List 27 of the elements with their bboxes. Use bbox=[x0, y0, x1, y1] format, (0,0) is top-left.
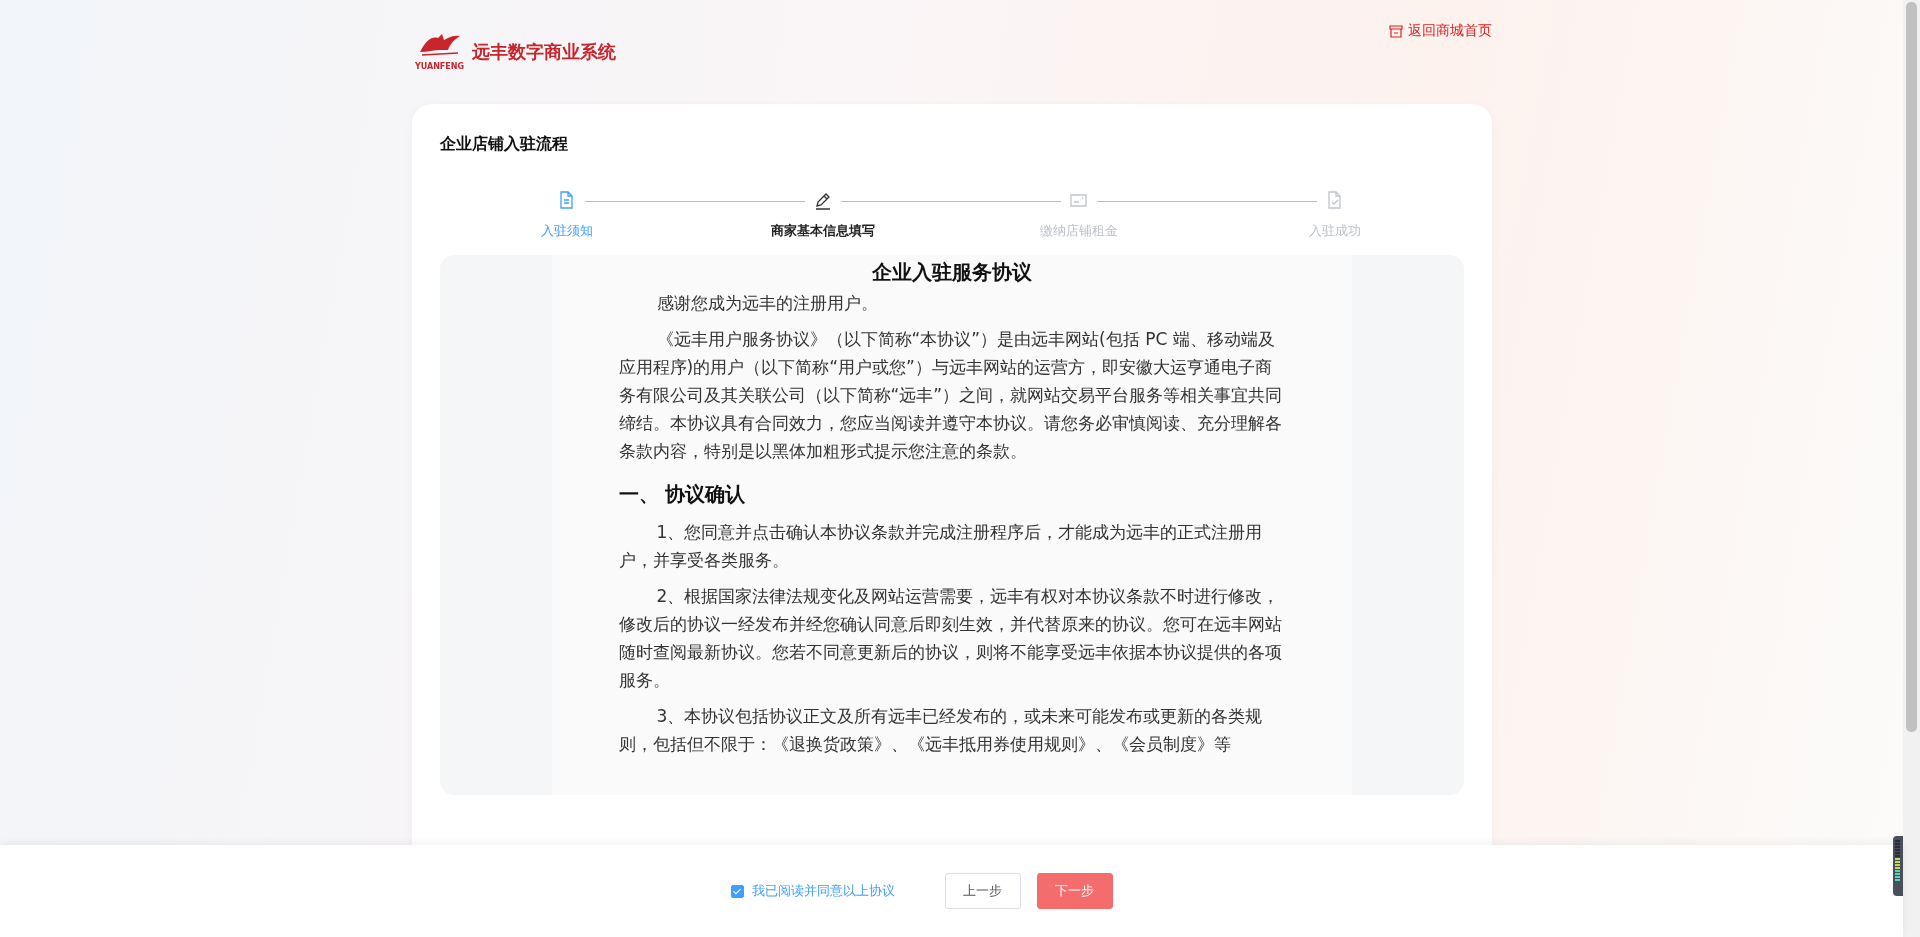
checkbox[interactable] bbox=[730, 884, 744, 898]
paragraph: 2、根据国家法律法规变化及网站运营需要，远丰有权对本协议条款不时进行修改，修改后的协议一经发布并经您确认同意后即刻生效，并代替原来的协议。您可在远丰网站随时查阅最新协议。您若不同意更新后的协议，则将不能享受远丰依据本协议提供的各项服务。 bbox=[618, 585, 1283, 692]
scrollbar-thumb[interactable] bbox=[1906, 2, 1917, 732]
paragraph: 感谢您成为远丰的注册用户。 bbox=[655, 292, 879, 315]
home-link[interactable]: 返回商城首页 bbox=[1407, 22, 1492, 40]
card-title: 企业店铺入驻流程 bbox=[439, 134, 569, 155]
paragraph: 3、本协议包括协议正文及所有远丰已经发布的，或未来可能发布或更新的各类规则，包括但不限于：《退换货政策》、《远丰抵用券使用规则》、《会员制度》等 bbox=[618, 705, 1264, 756]
brand-name: 远丰数字商业系统 bbox=[471, 39, 616, 64]
document-title: 企业入驻服务协议 bbox=[870, 259, 1033, 286]
paragraph: 《远丰用户服务协议》（以下简称“本协议”）是由远丰网站(包括 PC 端、移动端及应用程序)的用户（以下简称“用户或您”）与远丰网站的运营方，即安徽大运亨通电子商务有限公司及其关联公司（以下简称“远丰”）之间，就网站交易平台服务等相关事宜共同缔结。本协议具有合同效力，您应当阅读并遵守本协议。请您务必审慎阅读、充分理解各条款内容，特别是以黑体加粗形式提示您注意的条款。 bbox=[618, 328, 1284, 463]
scrollbar[interactable] bbox=[1903, 0, 1920, 937]
paragraph: 1、您同意并点击确认本协议条款并完成注册程序后，才能成为远丰的正式注册用户，并享受各类服务。 bbox=[618, 521, 1264, 572]
pen-icon bbox=[813, 191, 832, 210]
agree-label[interactable]: 我已阅读并同意以上协议 bbox=[751, 882, 895, 900]
step-label: 入驻成功 bbox=[1308, 222, 1361, 240]
back-button[interactable]: 上一步 bbox=[944, 873, 1021, 909]
checked-document-icon bbox=[1325, 191, 1344, 210]
section-heading: 一、 协议确认 bbox=[618, 481, 747, 508]
next-button[interactable]: 下一步 bbox=[1036, 873, 1113, 909]
step-label: 商家基本信息填写 bbox=[770, 222, 875, 240]
step-label: 缴纳店铺租金 bbox=[1039, 222, 1118, 240]
document-icon bbox=[557, 191, 576, 210]
meter-widget-drawing bbox=[1893, 836, 1903, 896]
step-label: 入驻须知 bbox=[540, 222, 593, 240]
logo-text: YUANFENG bbox=[414, 62, 465, 71]
card-icon bbox=[1069, 191, 1088, 210]
shop-icon bbox=[1388, 24, 1403, 38]
